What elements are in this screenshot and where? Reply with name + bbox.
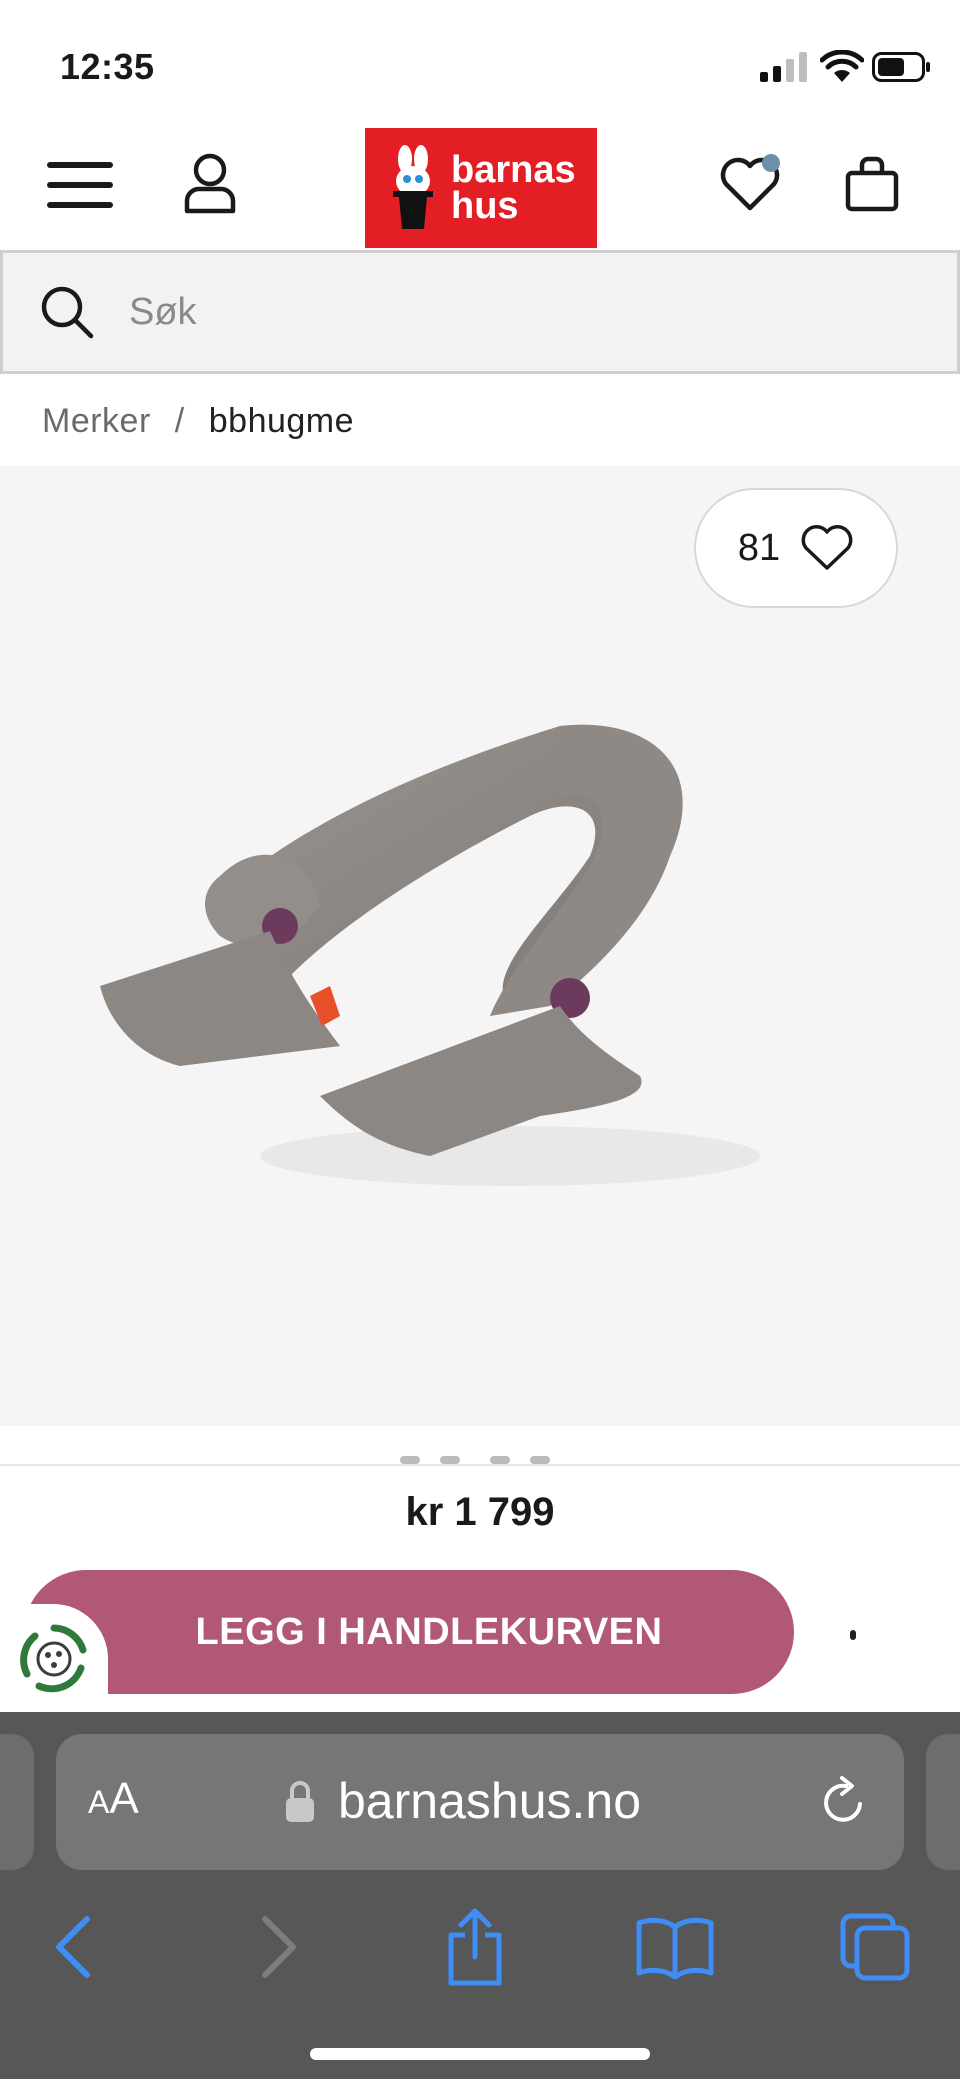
menu-button[interactable] — [40, 150, 120, 220]
tabs-button[interactable] — [830, 1902, 920, 1992]
search-placeholder: Søk — [129, 290, 197, 333]
text-size-small: A — [88, 1784, 110, 1820]
hamburger-icon — [47, 162, 113, 208]
overflow-mark — [850, 1630, 856, 1640]
battery-icon — [872, 52, 930, 82]
share-icon — [448, 1908, 502, 1986]
status-bar: 12:35 — [0, 0, 960, 120]
url-text: barnashus.no — [338, 1773, 642, 1829]
reload-icon[interactable] — [816, 1774, 872, 1830]
share-button[interactable] — [430, 1902, 520, 1992]
breadcrumb: Merker / bbhugme — [42, 396, 354, 446]
text-size-large: A — [109, 1774, 139, 1823]
signal-icon — [760, 52, 807, 82]
add-to-cart-button[interactable]: LEGG I HANDLEKURVEN — [24, 1570, 794, 1694]
text-size-button[interactable]: AA — [88, 1774, 139, 1824]
next-tab-preview[interactable] — [926, 1734, 960, 1870]
rabbit-hat-logo-icon — [393, 145, 433, 229]
forward-button[interactable] — [234, 1902, 324, 1992]
like-count: 81 — [737, 526, 781, 569]
wishlist-button[interactable] — [710, 144, 790, 224]
wishlist-notification-dot — [762, 154, 780, 172]
product-gallery[interactable]: 81 — [0, 466, 960, 1426]
user-icon — [184, 153, 236, 214]
carousel-indicator-strip[interactable] — [0, 1426, 960, 1466]
book-icon — [636, 1917, 714, 1979]
search-icon — [41, 286, 94, 339]
status-time: 12:35 — [60, 46, 155, 87]
product-price: kr 1 799 — [405, 1490, 555, 1534]
home-indicator[interactable] — [310, 2048, 650, 2060]
logo-line-1: barnas — [451, 149, 576, 191]
recycle-icon — [20, 1624, 87, 1693]
wifi-icon — [820, 50, 864, 82]
address-bar[interactable]: AA barnashus.no — [56, 1734, 904, 1870]
barnashus-logo[interactable]: barnas hus — [365, 128, 597, 248]
logo-line-2: hus — [451, 185, 519, 227]
tabs-icon — [840, 1913, 910, 1981]
breadcrumb-separator: / — [174, 401, 185, 440]
cart-button[interactable] — [832, 144, 912, 224]
account-button[interactable] — [170, 144, 250, 224]
previous-tab-preview[interactable] — [0, 1734, 34, 1870]
chevron-right-icon — [262, 1916, 296, 1978]
back-button[interactable] — [28, 1902, 118, 1992]
carousel-dots — [400, 1456, 550, 1464]
logo-text: barnas hus — [451, 149, 576, 227]
browser-nav-toolbar — [0, 1902, 960, 2012]
like-button[interactable]: 81 — [694, 488, 898, 608]
bookmarks-button[interactable] — [630, 1902, 720, 1992]
eco-badge[interactable] — [0, 1604, 108, 1714]
breadcrumb-current[interactable]: bbhugme — [209, 402, 354, 441]
site-header: barnas hus — [0, 120, 960, 250]
browser-toolbar: AA barnashus.no — [0, 1712, 960, 2079]
lock-icon — [286, 1781, 314, 1822]
heart-icon — [801, 525, 853, 570]
chevron-left-icon — [56, 1916, 90, 1978]
search-input[interactable]: Søk — [0, 250, 960, 374]
bag-icon — [845, 156, 899, 212]
breadcrumb-link-merker[interactable]: Merker — [42, 402, 151, 441]
product-image-pillow — [100, 724, 760, 1186]
